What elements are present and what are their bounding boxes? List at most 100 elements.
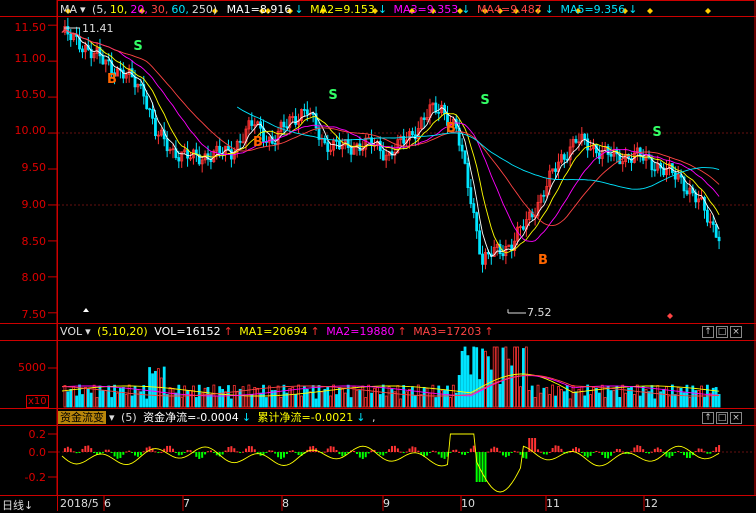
- volume-bar: [203, 387, 207, 408]
- fund-flow-bar: [280, 452, 283, 459]
- candle-body: [148, 108, 152, 111]
- candle-body: [326, 142, 330, 152]
- fund-flow-bar: [376, 452, 379, 453]
- candle-body: [358, 143, 362, 152]
- fund-flow-bar: [186, 449, 189, 452]
- fund-flow-bar: [282, 452, 285, 458]
- volume-bar: [235, 391, 239, 408]
- candle-body: [154, 117, 157, 137]
- fund-flow-bar: [244, 448, 247, 452]
- fund-flow-bar: [639, 445, 642, 452]
- candle-body: [238, 140, 242, 143]
- fund-flow-bar: [455, 449, 458, 452]
- fund-flow-bar: [688, 452, 691, 459]
- candle-body: [717, 236, 721, 242]
- volume-bar: [107, 385, 111, 408]
- fund-flow-bar: [469, 448, 472, 452]
- volume-bar: [279, 397, 283, 408]
- volume-bar: [314, 398, 318, 408]
- fund-flow-bar: [157, 452, 160, 454]
- volume-bar: [627, 387, 630, 408]
- fund-flow-bar: [148, 446, 151, 452]
- candle-body: [133, 76, 137, 88]
- volume-bar: [580, 386, 584, 408]
- volume-bar: [66, 391, 70, 408]
- panel-up-icon[interactable]: ↑: [702, 412, 714, 424]
- fund-flow-bar: [712, 450, 715, 452]
- fund-flow-bar: [75, 452, 78, 454]
- x-date-label: 6: [104, 497, 111, 510]
- volume-bar: [349, 397, 353, 408]
- fund-flow-bar: [160, 451, 163, 453]
- volume-bar: [282, 384, 286, 408]
- candle-body: [501, 253, 505, 257]
- fund-flow-bar: [452, 449, 455, 452]
- fund-flow-bar: [700, 448, 703, 452]
- volume-bar: [297, 384, 300, 408]
- volume-bar: [597, 392, 601, 408]
- candle-body: [241, 141, 245, 144]
- volume-bar: [688, 397, 692, 408]
- fund-flow-bar: [265, 452, 268, 453]
- volume-bar: [294, 394, 298, 408]
- volume-bar: [449, 397, 452, 408]
- ma-selector[interactable]: MA ▾: [60, 3, 86, 16]
- fund-flow-bar: [709, 452, 712, 454]
- volume-bar: [221, 388, 225, 408]
- volume-bar: [413, 395, 417, 408]
- x-date-label: 10: [461, 497, 475, 510]
- vol-selector[interactable]: VOL ▾: [60, 325, 91, 338]
- stock-chart[interactable]: S B B S S B B S: [0, 0, 756, 511]
- ma-line: [61, 28, 720, 254]
- fund-flow-bar: [554, 445, 557, 452]
- fund-flow-bar: [499, 451, 502, 453]
- chevron-down-icon[interactable]: ▾: [109, 411, 115, 424]
- volume-bar: [463, 346, 467, 408]
- panel-close-icon[interactable]: ×: [730, 412, 742, 424]
- volume-bar: [536, 384, 540, 408]
- price-tick: 9.00: [21, 198, 47, 211]
- panel-max-icon[interactable]: □: [716, 326, 728, 338]
- volume-bar: [83, 387, 87, 408]
- volume-bar: [253, 386, 257, 408]
- fund-flow-bar: [332, 446, 335, 452]
- fund-flow-bar: [481, 452, 484, 482]
- price-tick: 7.50: [21, 308, 47, 321]
- panel-close-icon[interactable]: ×: [730, 326, 742, 338]
- volume-bar: [711, 387, 715, 408]
- price-tick: 11.00: [14, 52, 47, 65]
- candle-body: [481, 253, 484, 265]
- fund-flow-bar: [268, 450, 271, 452]
- panel-up-icon[interactable]: ↑: [702, 326, 714, 338]
- volume-bar: [600, 384, 604, 408]
- fund-flow-bar: [595, 450, 598, 452]
- fund-flow-bar: [633, 447, 636, 452]
- candle-body: [305, 109, 309, 115]
- fund-flow-bar: [560, 448, 563, 452]
- candle-body: [422, 117, 426, 120]
- fund-flow-bar: [122, 452, 125, 455]
- fund-flow-bar: [405, 451, 408, 453]
- volume-bar: [647, 391, 651, 408]
- volume-bar: [551, 384, 555, 408]
- volume-bar: [340, 387, 344, 408]
- fund-flow-bar: [461, 452, 464, 455]
- up-arrow-icon: ↑: [484, 325, 494, 338]
- volume-bar: [241, 386, 245, 408]
- candle-body: [522, 226, 525, 230]
- volume-bar: [364, 397, 368, 408]
- fund-flow-bar: [417, 450, 420, 452]
- fund-flow-bar: [668, 452, 671, 458]
- volume-bar: [323, 388, 327, 408]
- fund-flow-bar: [592, 452, 595, 453]
- vol-header: VOL ▾ (5,10,20) VOL=16152 ↑ MA1=20694 ↑ MA2…: [60, 324, 497, 340]
- candle-body: [472, 203, 476, 214]
- fund-flow-bar: [510, 452, 513, 453]
- fund-flow-bar: [207, 451, 210, 453]
- fund-selector[interactable]: 资金流变: [58, 411, 106, 424]
- panel-max-icon[interactable]: □: [716, 412, 728, 424]
- fund-flow-bar: [338, 452, 341, 455]
- volume-bar: [124, 394, 128, 408]
- fund-flow-bar: [548, 451, 551, 453]
- fund-tail: ,: [371, 411, 376, 424]
